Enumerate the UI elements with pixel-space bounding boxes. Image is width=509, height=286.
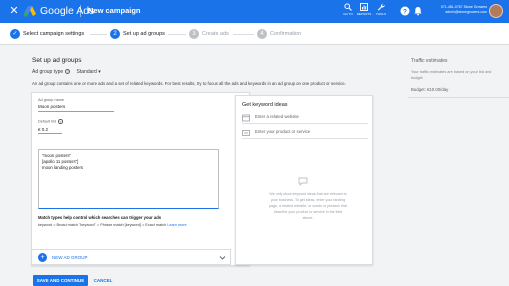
save-and-continue-button[interactable]: SAVE AND CONTINUE xyxy=(33,275,88,286)
web-page-icon xyxy=(242,114,250,122)
sidebar-divider xyxy=(408,97,509,98)
wrench-icon xyxy=(377,3,385,11)
search-icon xyxy=(344,3,352,11)
help-icon[interactable]: ? xyxy=(65,69,71,75)
step-connector xyxy=(90,34,107,35)
help-icon[interactable]: ? xyxy=(400,6,410,16)
account-email: admin@stonegrowers.com xyxy=(445,9,487,14)
product-service-placeholder: Enter your product or service xyxy=(255,129,311,134)
keyword-ideas-empty-text: We only show keyword ideas that are rele… xyxy=(269,192,347,220)
step-connector xyxy=(233,34,254,35)
add-icon: + xyxy=(38,253,47,262)
step-connector xyxy=(168,34,186,35)
svg-text:?: ? xyxy=(403,8,407,15)
learn-more-link[interactable]: Learn more xyxy=(167,223,186,227)
page-title: New campaign xyxy=(88,6,141,15)
traffic-estimates-description: Your traffic estimates are based on your… xyxy=(411,70,492,80)
ad-group-name-label: Ad group name xyxy=(38,98,64,102)
keyword-ideas-panel: Get keyword ideas Enter a related websit… xyxy=(235,95,373,265)
notifications-bell-icon[interactable] xyxy=(413,6,423,16)
budget-value: Budget: €10.00/day xyxy=(411,87,449,92)
default-bid-label: Default bid xyxy=(38,119,57,124)
campaign-stepper: ✓ Select campaign settings 2 Set up ad g… xyxy=(0,23,509,45)
step-label: Confirmation xyxy=(270,31,302,37)
cancel-button[interactable]: CANCEL xyxy=(91,275,115,286)
keyword-ideas-title: Get keyword ideas xyxy=(242,102,288,108)
ad-group-info-text: An ad group contains one or more ads and… xyxy=(32,81,346,86)
default-bid-input[interactable]: € 0.2 xyxy=(38,127,48,132)
step-number: 2 xyxy=(110,29,120,39)
default-bid-label-row: Default bid? xyxy=(38,119,63,124)
step-label: Select campaign settings xyxy=(23,31,85,37)
step-number: 3 xyxy=(189,29,199,39)
ad-group-type-label: Ad group type xyxy=(32,69,64,75)
help-icon[interactable]: ? xyxy=(58,119,63,124)
related-website-input[interactable]: Enter a related website xyxy=(242,112,368,124)
new-ad-group-label: NEW AD GROUP xyxy=(52,255,88,260)
match-types-title: Match types help control which searches … xyxy=(38,215,162,220)
comment-icon xyxy=(298,177,308,186)
tools-label: TOOLS xyxy=(375,12,387,16)
ad-group-type-value: Standard xyxy=(76,69,97,75)
section-title: Set up ad groups xyxy=(32,57,82,64)
traffic-estimates-panel: Traffic estimates Your traffic estimates… xyxy=(408,47,509,107)
avatar[interactable] xyxy=(489,4,503,18)
keyword-line: "moon posters" xyxy=(42,153,72,158)
keywords-textarea[interactable]: "moon posters" [apollo 11 posters"] moon… xyxy=(38,149,219,209)
tools-button[interactable]: TOOLS xyxy=(371,3,391,21)
step-label: Set up ad groups xyxy=(123,31,165,37)
ad-group-type-select[interactable]: Standard ▾ xyxy=(77,69,101,75)
ad-group-card: Ad group name Moon posters Default bid? … xyxy=(31,92,250,266)
brand-name: Google Ads xyxy=(40,5,95,17)
ad-group-type-row: Ad group type? Standard ▾ xyxy=(32,69,101,75)
related-website-placeholder: Enter a related website xyxy=(255,114,299,119)
match-types-legend: keyword = Broad match "keyword" = Phrase… xyxy=(38,223,167,227)
step-number: 4 xyxy=(257,29,267,39)
top-app-bar: ✕ Google Ads New campaign GO TO REPORTS … xyxy=(0,0,509,23)
step-label: Create ads xyxy=(202,31,229,37)
keyword-line: [apollo 11 posters"] xyxy=(42,159,79,164)
default-bid-field[interactable]: Default bid? € 0.2 xyxy=(38,119,63,134)
google-ads-logo-icon xyxy=(23,6,36,17)
text-input-icon xyxy=(242,130,250,136)
ad-group-name-field[interactable]: Ad group name Moon posters xyxy=(38,98,114,112)
chevron-down-icon xyxy=(219,256,226,260)
main-content: Set up ad groups Ad group type? Standard… xyxy=(22,47,393,286)
topbar-divider xyxy=(80,5,81,17)
close-icon[interactable]: ✕ xyxy=(8,5,20,17)
ad-group-name-input[interactable]: Moon posters xyxy=(38,104,65,109)
reports-icon xyxy=(360,3,368,11)
new-ad-group-button[interactable]: + NEW AD GROUP xyxy=(31,249,231,265)
account-info[interactable]: 571-481-0767 Stone Growers admin@stonegr… xyxy=(427,5,487,14)
match-types-text: keyword = Broad match "keyword" = Phrase… xyxy=(38,223,187,227)
keyword-line: moon landing posters xyxy=(42,165,84,170)
traffic-estimates-title: Traffic estimates xyxy=(411,58,448,64)
checkmark-icon: ✓ xyxy=(10,29,20,39)
product-service-input[interactable]: Enter your product or service xyxy=(242,127,368,139)
dropdown-arrow-icon: ▾ xyxy=(98,69,101,75)
